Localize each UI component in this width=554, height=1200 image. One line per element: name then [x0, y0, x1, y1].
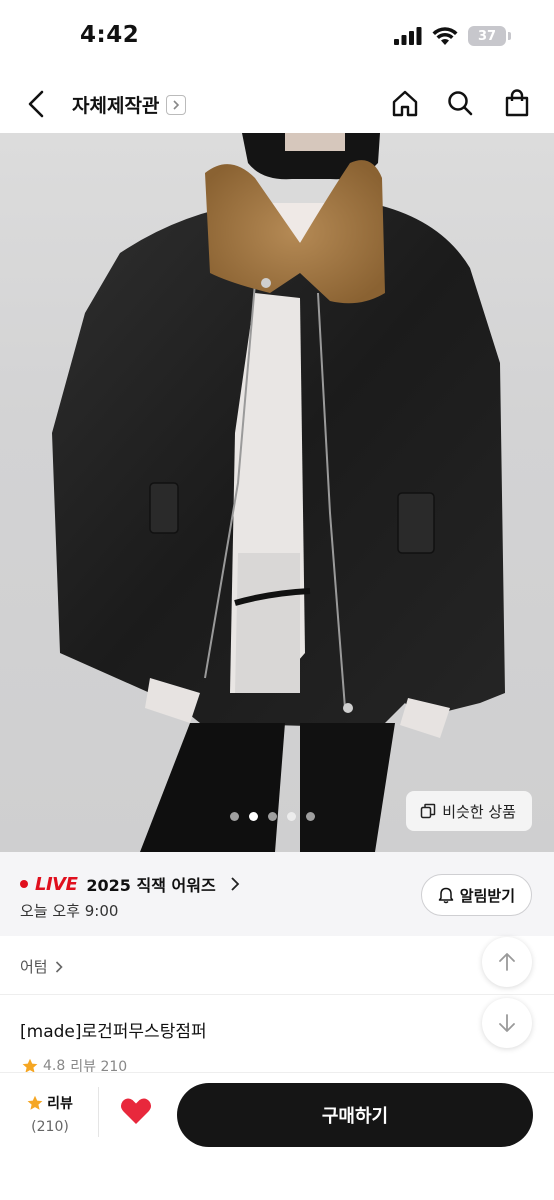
brand-link[interactable]: 어텀: [20, 956, 64, 977]
bell-icon: [438, 887, 454, 903]
carousel-dot[interactable]: [230, 812, 239, 821]
status-time: 4:42: [80, 22, 140, 48]
wifi-icon: [432, 26, 458, 45]
shopping-bag-icon: [505, 89, 529, 117]
search-icon: [448, 91, 473, 116]
similar-products-label: 비슷한 상품: [442, 802, 516, 821]
back-button[interactable]: [20, 88, 52, 120]
live-dot-icon: [20, 880, 28, 888]
star-icon: [27, 1095, 43, 1110]
wishlist-button[interactable]: [120, 1097, 156, 1129]
search-button[interactable]: [443, 86, 477, 120]
separator: [98, 1087, 99, 1137]
carousel-indicator: [230, 812, 315, 821]
review-count: (210): [31, 1119, 69, 1135]
status-bar: 4:42 37: [0, 0, 554, 76]
arrow-up-icon: [499, 953, 515, 971]
live-badge: LIVE: [35, 873, 78, 895]
battery-level: 37: [477, 28, 497, 44]
alarm-label: 알림받기: [459, 886, 515, 905]
copy-icon: [420, 803, 436, 819]
review-top: 리뷰: [27, 1093, 73, 1113]
buy-button[interactable]: 구매하기: [177, 1083, 533, 1147]
home-icon: [392, 90, 418, 117]
product-photo: [52, 133, 505, 852]
page-title: 자체제작관: [72, 95, 160, 117]
chevron-left-icon: [28, 90, 44, 118]
chevron-right-icon: [231, 877, 239, 891]
divider: [0, 994, 554, 995]
carousel-dot-active[interactable]: [249, 812, 258, 821]
status-icons: 37: [394, 26, 511, 46]
similar-products-button[interactable]: 비슷한 상품: [406, 791, 532, 831]
scroll-up-button[interactable]: [482, 937, 532, 987]
live-time: 오늘 오후 9:00: [20, 902, 119, 920]
live-banner[interactable]: LIVE 2025 직잭 어워즈 오늘 오후 9:00 알림받기: [0, 852, 554, 936]
review-label: 리뷰: [47, 1096, 73, 1112]
carousel-dot[interactable]: [287, 812, 296, 821]
store-link[interactable]: 자체제작관: [72, 91, 187, 118]
review-button[interactable]: 리뷰 (210): [22, 1093, 78, 1135]
signal-icon: [394, 27, 422, 45]
live-title-row[interactable]: LIVE 2025 직잭 어워즈: [20, 872, 241, 896]
arrow-down-icon: [499, 1014, 515, 1032]
battery-icon: 37: [468, 26, 511, 46]
chevron-right-icon: [166, 94, 187, 115]
carousel-dot[interactable]: [306, 812, 315, 821]
nav-header: 자체제작관: [0, 76, 554, 133]
heart-icon: [120, 1098, 152, 1124]
live-title: 2025 직잭 어워즈: [86, 876, 216, 895]
product-image-carousel[interactable]: 비슷한 상품: [0, 133, 554, 852]
alarm-button[interactable]: 알림받기: [420, 874, 532, 916]
bottom-action-bar: 리뷰 (210) 구매하기: [0, 1072, 554, 1200]
scroll-down-button[interactable]: [482, 998, 532, 1048]
carousel-dot[interactable]: [268, 812, 277, 821]
cart-button[interactable]: [500, 86, 534, 120]
chevron-right-icon: [55, 960, 63, 973]
home-button[interactable]: [388, 86, 422, 120]
brand-name: 어텀: [20, 958, 48, 976]
product-title: [made]로건퍼무스탕점퍼: [20, 1022, 207, 1042]
